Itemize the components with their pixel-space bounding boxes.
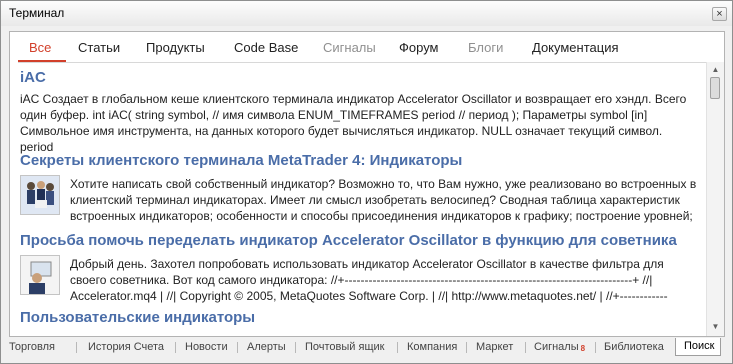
scroll-down-icon[interactable]: ▼ <box>710 321 721 332</box>
tab-library[interactable]: Библиотека <box>604 341 664 353</box>
tab-news[interactable]: Новости <box>185 341 228 353</box>
search-result: Секреты клиентского терминала MetaTrader… <box>20 152 700 223</box>
signals-count-badge: 8 <box>580 344 586 353</box>
tab-all[interactable]: Все <box>29 40 51 55</box>
tab-articles[interactable]: Статьи <box>78 40 120 55</box>
tab-separator <box>525 342 526 353</box>
tab-signals[interactable]: Сигналы <box>323 40 376 55</box>
tab-account-history[interactable]: История Счета <box>88 341 164 353</box>
tab-market[interactable]: Маркет <box>476 341 513 353</box>
result-snippet: iAC Создает в глобальном кеше клиентског… <box>20 92 687 154</box>
tab-separator <box>175 342 176 353</box>
category-tabs: Все Статьи Продукты Code Base Сигналы Фо… <box>18 32 708 63</box>
article-thumbnail[interactable] <box>20 175 60 215</box>
tab-separator <box>237 342 238 353</box>
tab-blogs[interactable]: Блоги <box>468 40 503 55</box>
tab-separator <box>76 342 77 353</box>
tab-label: Сигналы <box>534 341 579 353</box>
terminal-window: Терминал × Все Статьи Продукты Code Base… <box>0 0 733 364</box>
bottom-tab-bar: Торговля История Счета Новости Алерты По… <box>1 337 732 357</box>
result-title[interactable]: Просьба помочь переделать индикатор Acce… <box>20 232 700 249</box>
tab-company[interactable]: Компания <box>407 341 457 353</box>
tab-documentation[interactable]: Документация <box>532 40 619 55</box>
tab-separator <box>295 342 296 353</box>
result-title[interactable]: Секреты клиентского терминала MetaTrader… <box>20 152 700 169</box>
search-panel: Все Статьи Продукты Code Base Сигналы Фо… <box>9 31 725 337</box>
active-tab-indicator <box>18 60 66 62</box>
search-result: iAC iAC Создает в глобальном кеше клиент… <box>20 69 700 155</box>
scrollbar-thumb[interactable] <box>710 77 720 99</box>
tab-separator <box>397 342 398 353</box>
tab-signals-bottom[interactable]: Сигналы 8 <box>534 341 585 353</box>
title-bar: Терминал × <box>1 1 732 26</box>
tab-separator <box>595 342 596 353</box>
window-title: Терминал <box>9 6 65 20</box>
forum-avatar[interactable] <box>20 255 60 295</box>
tab-products[interactable]: Продукты <box>146 40 205 55</box>
search-result: Просьба помочь переделать индикатор Acce… <box>20 232 700 303</box>
tab-search[interactable]: Поиск <box>675 338 722 356</box>
vertical-scrollbar[interactable]: ▲ ▼ <box>706 62 724 336</box>
tab-forum[interactable]: Форум <box>399 40 439 55</box>
tab-mailbox[interactable]: Почтовый ящик <box>305 341 384 353</box>
tab-trade[interactable]: Торговля <box>9 341 55 353</box>
close-icon[interactable]: × <box>712 7 727 21</box>
search-result: Пользовательские индикаторы <box>20 309 700 326</box>
tab-code-base[interactable]: Code Base <box>234 40 298 55</box>
tab-separator <box>466 342 467 353</box>
result-title[interactable]: iAC <box>20 69 700 86</box>
search-results: iAC iAC Создает в глобальном кеше клиент… <box>20 69 700 336</box>
result-title[interactable]: Пользовательские индикаторы <box>20 309 700 326</box>
tab-alerts[interactable]: Алерты <box>247 341 286 353</box>
result-snippet: Хотите написать свой собственный индикат… <box>70 177 697 223</box>
result-snippet: Добрый день. Захотел попробовать использ… <box>70 257 668 303</box>
scroll-up-icon[interactable]: ▲ <box>710 64 721 75</box>
